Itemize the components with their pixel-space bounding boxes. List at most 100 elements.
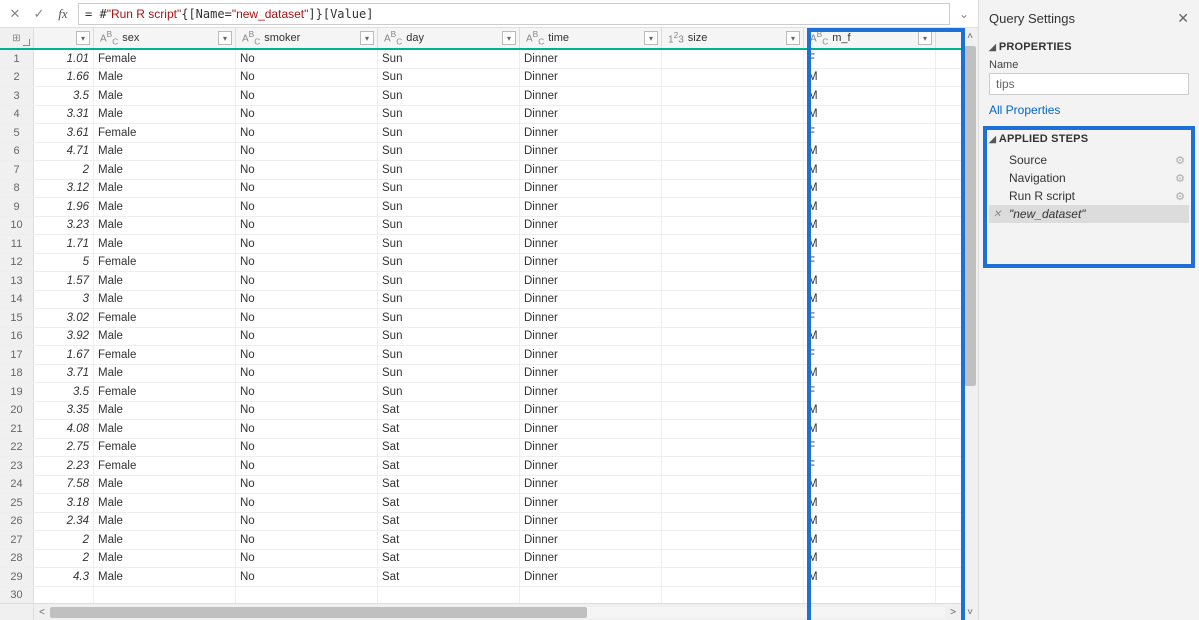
cell-smoker[interactable]: No — [236, 365, 378, 383]
cell-time[interactable]: Dinner — [520, 124, 662, 142]
cell-size[interactable] — [662, 272, 804, 290]
cell-time[interactable]: Dinner — [520, 143, 662, 161]
cell-time[interactable]: Dinner — [520, 309, 662, 327]
cell-mf[interactable]: M — [804, 198, 936, 216]
row-number[interactable]: 15 — [0, 309, 34, 327]
filter-dropdown-icon[interactable]: ▾ — [918, 31, 932, 45]
table-row[interactable]: 214.08MaleNoSatDinnerM — [0, 420, 961, 439]
row-number[interactable]: 26 — [0, 513, 34, 531]
table-row[interactable]: 103.23MaleNoSunDinnerM — [0, 217, 961, 236]
cell-tip[interactable]: 2 — [34, 161, 94, 179]
cell-tip[interactable]: 2 — [34, 531, 94, 549]
cell-size[interactable] — [662, 291, 804, 309]
applied-steps-header[interactable]: APPLIED STEPS — [989, 133, 1189, 145]
cell-day[interactable]: Sat — [378, 476, 520, 494]
table-row[interactable]: 163.92MaleNoSunDinnerM — [0, 328, 961, 347]
cell-time[interactable]: Dinner — [520, 476, 662, 494]
cell-mf[interactable]: F — [804, 439, 936, 457]
cell-day[interactable]: Sun — [378, 106, 520, 124]
scroll-down-icon[interactable]: ˅ — [962, 604, 978, 620]
table-row[interactable]: 203.35MaleNoSatDinnerM — [0, 402, 961, 421]
row-number[interactable]: 5 — [0, 124, 34, 142]
cell-size[interactable] — [662, 365, 804, 383]
cell-time[interactable]: Dinner — [520, 235, 662, 253]
cell-tip[interactable]: 1.01 — [34, 50, 94, 68]
cell-size[interactable] — [662, 198, 804, 216]
row-number[interactable]: 16 — [0, 328, 34, 346]
column-header-tip[interactable]: ▾ — [34, 28, 94, 48]
table-row[interactable]: 125FemaleNoSunDinnerF — [0, 254, 961, 273]
hscroll-thumb[interactable] — [50, 607, 587, 618]
cell-mf[interactable]: M — [804, 272, 936, 290]
cell-day[interactable]: Sun — [378, 180, 520, 198]
cell-mf[interactable]: M — [804, 87, 936, 105]
filter-dropdown-icon[interactable]: ▾ — [360, 31, 374, 45]
cell-time[interactable]: Dinner — [520, 217, 662, 235]
row-number[interactable]: 23 — [0, 457, 34, 475]
cell-time[interactable]: Dinner — [520, 254, 662, 272]
cell-smoker[interactable]: No — [236, 272, 378, 290]
row-number[interactable]: 14 — [0, 291, 34, 309]
cell-smoker[interactable]: No — [236, 106, 378, 124]
cell-size[interactable] — [662, 87, 804, 105]
cell-time[interactable]: Dinner — [520, 198, 662, 216]
row-number[interactable]: 30 — [0, 587, 34, 604]
row-number[interactable]: 6 — [0, 143, 34, 161]
table-row[interactable]: 294.3MaleNoSatDinnerM — [0, 568, 961, 587]
cell-day[interactable]: Sat — [378, 494, 520, 512]
row-number[interactable]: 18 — [0, 365, 34, 383]
row-number[interactable]: 13 — [0, 272, 34, 290]
cell-day[interactable]: Sun — [378, 198, 520, 216]
cell-mf[interactable]: F — [804, 50, 936, 68]
cell-tip[interactable]: 3.35 — [34, 402, 94, 420]
cell-tip[interactable]: 4.71 — [34, 143, 94, 161]
cell-smoker[interactable]: No — [236, 161, 378, 179]
cell-day[interactable]: Sat — [378, 568, 520, 586]
cell-time[interactable]: Dinner — [520, 439, 662, 457]
cell-sex[interactable]: Male — [94, 402, 236, 420]
delete-step-icon[interactable]: ✕ — [993, 209, 1001, 220]
cell-smoker[interactable]: No — [236, 439, 378, 457]
table-row[interactable]: 222.75FemaleNoSatDinnerF — [0, 439, 961, 458]
cell-sex[interactable]: Male — [94, 550, 236, 568]
cell-sex[interactable]: Male — [94, 291, 236, 309]
cell-time[interactable]: Dinner — [520, 106, 662, 124]
cell-sex[interactable]: Female — [94, 309, 236, 327]
cell-time[interactable]: Dinner — [520, 568, 662, 586]
table-row[interactable]: 183.71MaleNoSunDinnerM — [0, 365, 961, 384]
cell-tip[interactable]: 3.18 — [34, 494, 94, 512]
row-number[interactable]: 1 — [0, 50, 34, 68]
cell-time[interactable]: Dinner — [520, 328, 662, 346]
cell-mf[interactable]: M — [804, 69, 936, 87]
cell-time[interactable]: Dinner — [520, 161, 662, 179]
cell-sex[interactable]: Male — [94, 69, 236, 87]
table-row[interactable]: 253.18MaleNoSatDinnerM — [0, 494, 961, 513]
filter-dropdown-icon[interactable]: ▾ — [502, 31, 516, 45]
filter-dropdown-icon[interactable]: ▾ — [786, 31, 800, 45]
table-row[interactable]: 33.5MaleNoSunDinnerM — [0, 87, 961, 106]
cell-smoker[interactable]: No — [236, 217, 378, 235]
cell-tip[interactable]: 3 — [34, 291, 94, 309]
filter-dropdown-icon[interactable]: ▾ — [218, 31, 232, 45]
expand-formula-icon[interactable]: ⌄ — [956, 7, 972, 21]
cell-time[interactable]: Dinner — [520, 346, 662, 364]
cell-smoker[interactable]: No — [236, 87, 378, 105]
row-number[interactable]: 3 — [0, 87, 34, 105]
cell-day[interactable]: Sun — [378, 309, 520, 327]
cell-mf[interactable]: M — [804, 106, 936, 124]
cancel-formula-icon[interactable]: ✕ — [6, 5, 24, 23]
cell-day[interactable] — [378, 587, 520, 604]
column-header-smoker[interactable]: ABCsmoker▾ — [236, 28, 378, 48]
cell-tip[interactable]: 3.61 — [34, 124, 94, 142]
table-row[interactable]: 247.58MaleNoSatDinnerM — [0, 476, 961, 495]
cell-smoker[interactable]: No — [236, 402, 378, 420]
row-number[interactable]: 20 — [0, 402, 34, 420]
row-number[interactable]: 25 — [0, 494, 34, 512]
cell-sex[interactable]: Male — [94, 531, 236, 549]
cell-day[interactable]: Sun — [378, 365, 520, 383]
cell-size[interactable] — [662, 568, 804, 586]
applied-step[interactable]: Source⚙ — [989, 151, 1189, 169]
cell-sex[interactable]: Female — [94, 254, 236, 272]
cell-sex[interactable]: Male — [94, 568, 236, 586]
cell-tip[interactable]: 7.58 — [34, 476, 94, 494]
